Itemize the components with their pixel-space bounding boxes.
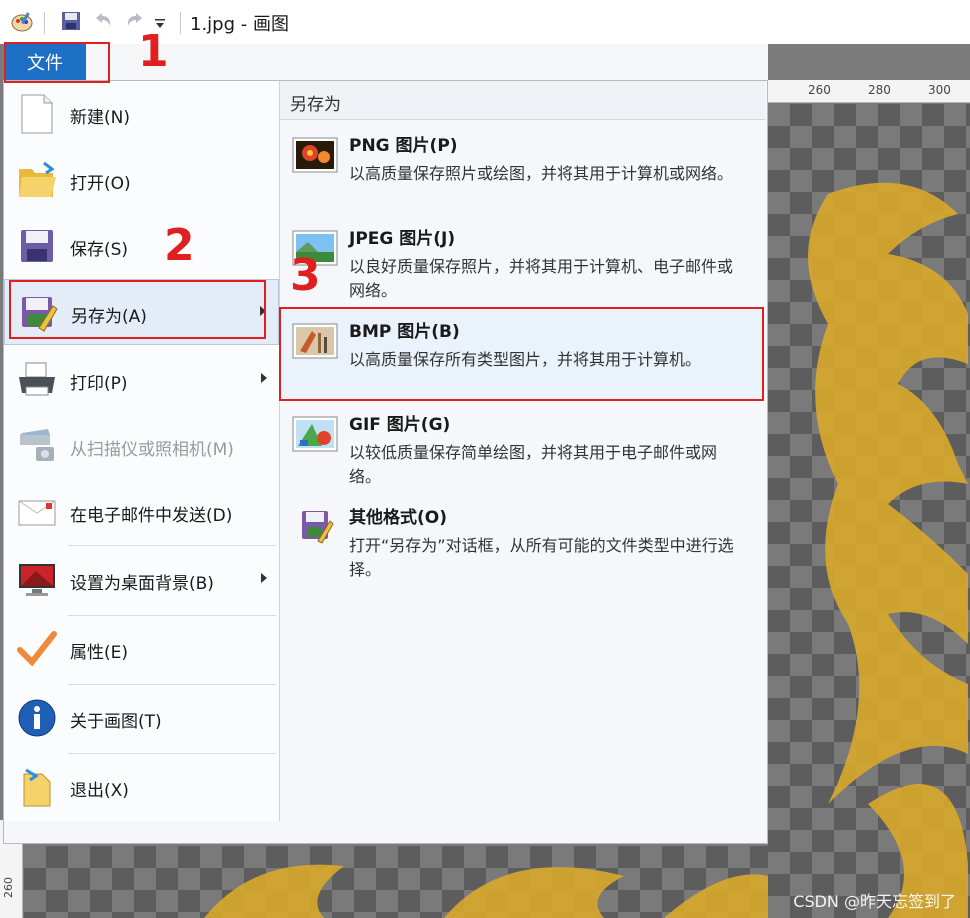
save-icon[interactable] xyxy=(60,10,84,34)
scanner-icon xyxy=(16,425,58,467)
save-as-pane: 另存为 PNG 图片(P) 以高质量保存照片或绘图，并将其用于计算机或网络。 J… xyxy=(280,81,767,821)
menu-item-label: 设置为桌面背景(B) xyxy=(70,574,214,594)
menu-item-label: 从扫描仪或照相机(M) xyxy=(70,440,234,460)
submenu-arrow-icon xyxy=(261,573,267,583)
paint-app-icon[interactable] xyxy=(10,10,34,34)
image-artwork xyxy=(808,182,968,918)
ruler-tick: 260 xyxy=(2,877,15,898)
info-icon xyxy=(16,697,58,739)
option-description: 以高质量保存照片或绘图，并将其用于计算机或网络。 xyxy=(349,164,734,183)
option-title: 其他格式(O) xyxy=(349,508,447,528)
option-title: GIF 图片(G) xyxy=(349,415,451,435)
save-as-jpeg[interactable]: JPEG 图片(J) 以良好质量保存照片，并将其用于计算机、电子邮件或网络。 xyxy=(282,216,762,308)
menu-item-print[interactable]: 打印(P) xyxy=(4,347,279,413)
save-as-header: 另存为 xyxy=(280,81,765,120)
other-formats-icon xyxy=(292,509,338,545)
menu-item-label: 新建(N) xyxy=(70,108,130,128)
save-as-png[interactable]: PNG 图片(P) 以高质量保存照片或绘图，并将其用于计算机或网络。 xyxy=(282,123,762,215)
gif-image-icon xyxy=(292,416,338,452)
menu-item-open[interactable]: 打开(O) xyxy=(4,147,279,213)
file-menu: 新建(N) 打开(O) 保存(S) 另存为(A) 打印(P) 从扫描仪或照相机(… xyxy=(3,80,768,844)
annotation-number-2: 2 xyxy=(164,220,195,271)
window-title: 1.jpg - 画图 xyxy=(190,14,289,35)
option-title: PNG 图片(P) xyxy=(349,136,458,156)
ruler-tick: 280 xyxy=(868,83,891,97)
menu-item-properties[interactable]: 属性(E) xyxy=(4,616,279,682)
menu-item-exit[interactable]: 退出(X) xyxy=(4,754,279,820)
watermark: CSDN @昨天忘签到了 xyxy=(793,892,956,911)
undo-icon[interactable] xyxy=(92,10,116,34)
option-title: JPEG 图片(J) xyxy=(349,229,456,249)
option-description: 打开“另存为”对话框，从所有可能的文件类型中进行选择。 xyxy=(349,536,734,579)
menu-item-label: 退出(X) xyxy=(70,781,129,801)
new-file-icon xyxy=(16,93,58,135)
png-image-icon xyxy=(292,137,338,173)
menu-item-about[interactable]: 关于画图(T) xyxy=(4,685,279,751)
menu-top-bar xyxy=(86,44,768,81)
horizontal-ruler: 260 280 300 xyxy=(768,80,970,103)
menu-item-email[interactable]: 在电子邮件中发送(D) xyxy=(4,479,279,545)
menu-item-label: 关于画图(T) xyxy=(70,712,162,732)
menu-item-label: 打印(P) xyxy=(70,374,128,394)
open-folder-icon xyxy=(16,159,58,201)
menu-item-label: 在电子邮件中发送(D) xyxy=(70,506,233,526)
email-icon xyxy=(16,491,58,533)
submenu-arrow-icon xyxy=(261,373,267,383)
desktop-background-icon xyxy=(16,559,58,601)
save-as-other[interactable]: 其他格式(O) 打开“另存为”对话框，从所有可能的文件类型中进行选择。 xyxy=(282,495,762,587)
printer-icon xyxy=(16,359,58,401)
menu-item-save[interactable]: 保存(S) xyxy=(4,213,279,279)
menu-item-new[interactable]: 新建(N) xyxy=(4,81,279,147)
annotation-box-3 xyxy=(279,307,764,401)
ruler-tick: 260 xyxy=(808,83,831,97)
annotation-number-3: 3 xyxy=(290,250,321,301)
checkmark-icon xyxy=(16,628,58,670)
exit-icon xyxy=(16,766,58,808)
save-disk-icon xyxy=(16,225,58,267)
image-artwork-bottom xyxy=(204,864,768,918)
save-as-gif[interactable]: GIF 图片(G) 以较低质量保存简单绘图，并将其用于电子邮件或网络。 xyxy=(282,402,762,494)
menu-item-label: 属性(E) xyxy=(70,643,129,663)
menu-item-label: 保存(S) xyxy=(70,240,129,260)
option-description: 以良好质量保存照片，并将其用于计算机、电子邮件或网络。 xyxy=(349,257,734,300)
annotation-number-1: 1 xyxy=(138,26,169,77)
annotation-box-2 xyxy=(9,280,266,339)
menu-item-label: 打开(O) xyxy=(70,174,131,194)
menu-item-desktop-background[interactable]: 设置为桌面背景(B) xyxy=(4,547,279,613)
menu-item-scanner[interactable]: 从扫描仪或照相机(M) xyxy=(4,413,279,479)
annotation-box-1 xyxy=(4,42,110,83)
file-menu-commands: 新建(N) 打开(O) 保存(S) 另存为(A) 打印(P) 从扫描仪或照相机(… xyxy=(4,81,280,821)
option-description: 以较低质量保存简单绘图，并将其用于电子邮件或网络。 xyxy=(349,443,718,486)
ruler-tick: 300 xyxy=(928,83,951,97)
